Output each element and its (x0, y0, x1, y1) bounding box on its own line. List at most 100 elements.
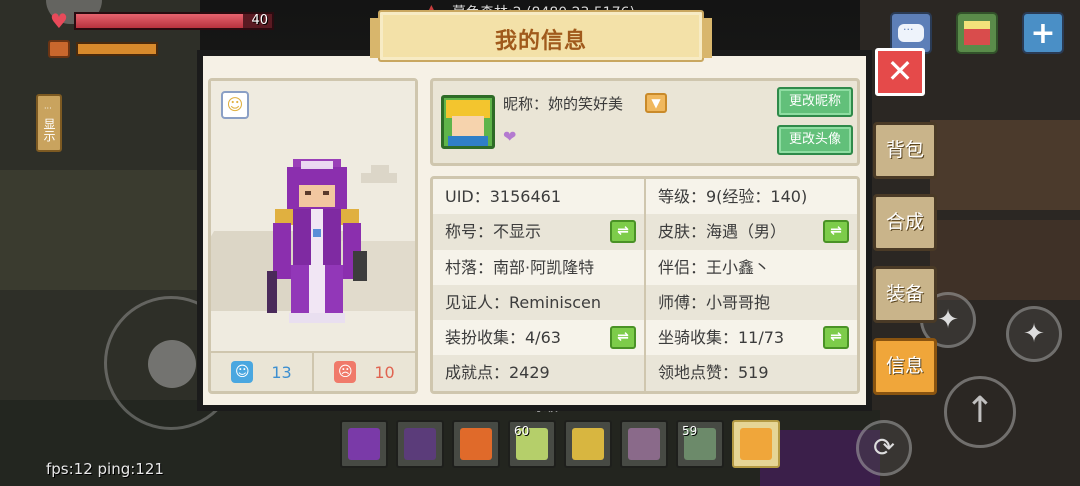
hotbar-slot-4[interactable]: 60 (508, 420, 556, 468)
popularity-stats: ☺ 13 ☹ 10 (211, 351, 415, 391)
dress-text: 装扮收集：4/63 (445, 328, 561, 348)
partner-cell: 伴侣：王小鑫丶 (644, 249, 857, 285)
hotbar-slot-7[interactable]: 59 (676, 420, 724, 468)
shop-icon (964, 21, 990, 45)
hotbar-slot-3[interactable] (452, 420, 500, 468)
show-toggle-button[interactable]: ··· 显示 (36, 94, 62, 152)
fps-ping-readout: fps:12 ping:121 (46, 460, 164, 478)
table-row: 村落：南部·阿凯隆特 伴侣：王小鑫丶 (433, 249, 857, 285)
jump-button[interactable]: ↑ (944, 376, 1016, 448)
title-cell: 称号：不显示 ⇌ (433, 214, 644, 249)
character-card: ☺ ☺ 13 ☹ 10 (208, 78, 418, 394)
profile-header: 昵称：妳的笑好美 ▼ ❤ 更改昵称 更改头像 (430, 78, 860, 166)
avatar[interactable] (441, 95, 495, 149)
witness-text: 见证人：Reminiscen (445, 292, 601, 312)
dislike-stat[interactable]: ☹ 10 (312, 353, 415, 391)
territory-text: 领地点赞：519 (658, 363, 769, 383)
partner-text: 伴侣：王小鑫丶 (658, 257, 771, 277)
skin-text: 皮肤：海遇（男） (658, 222, 787, 242)
title-text: 称号：不显示 (445, 222, 542, 242)
close-button[interactable]: ✕ (875, 48, 925, 96)
character-model (267, 159, 367, 323)
rotate-icon: ⟳ (873, 433, 895, 463)
swap-mount-button[interactable]: ⇌ (823, 326, 849, 350)
territory-cell: 领地点赞：519 (644, 355, 857, 391)
tab-crafting[interactable]: 合成 (873, 194, 937, 251)
crystal-cluster-icon: ✦ (1023, 319, 1045, 349)
table-row: 成就点：2429 领地点赞：519 (433, 355, 857, 391)
plus-icon: + (1030, 15, 1056, 51)
health-bar: 40 (74, 12, 274, 30)
shop-button[interactable] (956, 12, 998, 54)
tab-label: 信息 (885, 355, 924, 377)
achievement-cell: 成就点：2429 (433, 355, 644, 390)
dislike-count: 10 (374, 362, 395, 382)
up-arrow-icon: ↑ (964, 390, 996, 431)
tab-backpack[interactable]: 背包 (873, 122, 937, 179)
uid-cell: UID：3156461 (433, 179, 644, 214)
magic-wand-icon (404, 428, 436, 460)
achievement-text: 成就点：2429 (445, 363, 550, 383)
table-row: UID：3156461 等级：9(经验：140) (433, 179, 857, 215)
nickname-text: 昵称：妳的笑好美 (503, 95, 624, 113)
title-banner: 我的信息 (370, 10, 712, 62)
table-row: 见证人：Reminiscen 师傅：小哥哥抱 (433, 284, 857, 321)
character-preview[interactable]: ☺ (211, 81, 415, 351)
hotbar: 60 59 (340, 420, 780, 468)
health-value: 40 (251, 13, 268, 28)
hotbar-slot-8[interactable] (732, 420, 780, 468)
village-text: 村落：南部·阿凯隆特 (445, 257, 595, 277)
tab-info[interactable]: 信息 (873, 338, 937, 395)
backpack-icon (740, 428, 772, 460)
fox-summon-icon (460, 428, 492, 460)
swap-dress-button[interactable]: ⇌ (610, 326, 636, 350)
swap-title-button[interactable]: ⇌ (610, 220, 636, 244)
like-stat[interactable]: ☺ 13 (211, 353, 312, 391)
info-table: UID：3156461 等级：9(经验：140) 称号：不显示 ⇌ 皮肤：海遇（男… (430, 176, 860, 394)
hotbar-slot-6[interactable] (620, 420, 668, 468)
health-bar-fill (76, 14, 243, 28)
table-row: 装扮收集：4/63 ⇌ 坐骑收集：11/73 ⇌ (433, 320, 857, 356)
smile-icon: ☺ (231, 361, 254, 383)
close-icon: ✕ (886, 52, 914, 90)
change-nickname-button[interactable]: 更改昵称 (777, 87, 853, 117)
witness-cell: 见证人：Reminiscen (433, 285, 644, 320)
hotbar-slot-5[interactable] (564, 420, 612, 468)
heart-icon: ♥ (50, 9, 68, 33)
plus-button[interactable]: + (1022, 12, 1064, 54)
level-text: 等级：9(经验：140) (658, 187, 808, 206)
purple-staff-icon (348, 428, 380, 460)
chat-icon (898, 23, 924, 42)
like-count: 13 (271, 362, 292, 382)
hunger-icon (48, 40, 70, 58)
chevron-down-icon[interactable]: ▼ (645, 93, 667, 113)
hotbar-slot-1[interactable] (340, 420, 388, 468)
tab-label: 背包 (885, 139, 924, 161)
master-cell: 师傅：小哥哥抱 (644, 284, 857, 321)
change-avatar-button[interactable]: 更改头像 (777, 125, 853, 155)
village-cell: 村落：南部·阿凯隆特 (433, 250, 644, 285)
mount-text: 坐骑收集：11/73 (658, 328, 785, 348)
table-row: 称号：不显示 ⇌ 皮肤：海遇（男） ⇌ (433, 214, 857, 250)
show-toggle-label: 显示 (42, 118, 56, 142)
relationship-heart-icon: ❤ (503, 127, 517, 146)
skill-button[interactable]: ✦ (1006, 306, 1062, 362)
frown-icon: ☹ (334, 361, 357, 383)
joystick-knob[interactable] (148, 340, 196, 388)
tab-label: 装备 (885, 283, 924, 305)
skin-cell: 皮肤：海遇（男） ⇌ (644, 214, 857, 250)
hunger-bar (76, 42, 158, 56)
character-badge-icon[interactable]: ☺ (221, 91, 249, 119)
uid-text: UID：3156461 (445, 187, 562, 206)
golden-sword-icon (572, 428, 604, 460)
master-text: 师傅：小哥哥抱 (658, 292, 771, 312)
hotbar-slot-2[interactable] (396, 420, 444, 468)
tab-equipment[interactable]: 装备 (873, 266, 937, 323)
swap-skin-button[interactable]: ⇌ (823, 220, 849, 244)
mount-cell: 坐骑收集：11/73 ⇌ (644, 320, 857, 356)
dress-cell: 装扮收集：4/63 ⇌ (433, 320, 644, 355)
crossbow-icon (628, 428, 660, 460)
camera-rotate-button[interactable]: ⟳ (856, 420, 912, 476)
level-cell: 等级：9(经验：140) (644, 179, 857, 215)
item-count: 59 (682, 424, 698, 438)
